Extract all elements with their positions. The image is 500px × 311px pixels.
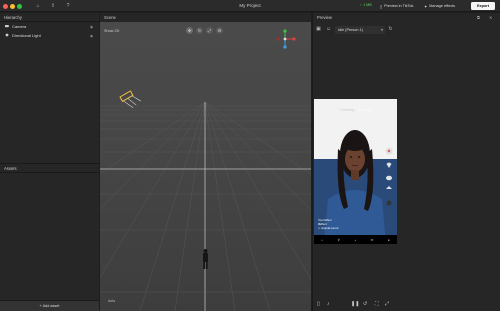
preview-header: Preview ⧉ ✕ — [313, 13, 500, 22]
assets-title: Assets — [0, 164, 99, 173]
phone-preview: Following For You Your Effect #Effect ♫ … — [314, 99, 397, 244]
title-bar: ⌂ ⇪ ? My Project ↑ 1 MB ▯ Preview in Tik… — [0, 0, 500, 12]
hierarchy-item-label: Camera — [12, 24, 27, 29]
manage-effects-button[interactable]: ✦ Manage effects — [424, 2, 455, 10]
tiktok-icon[interactable]: ♪ — [327, 301, 330, 307]
upload-size-badge: ↑ 1 MB — [360, 3, 372, 7]
rotate-tool-icon[interactable]: ↻ — [196, 27, 203, 34]
hierarchy-item-directional-light[interactable]: Directional Light ◉ — [0, 31, 99, 40]
nav-inbox-icon: ✉ — [370, 237, 374, 242]
scene-grid — [100, 29, 311, 311]
camera-gizmo — [119, 90, 141, 109]
preview-in-tiktok-button[interactable]: ▯ Preview in TikTok — [380, 2, 413, 10]
video-caption: Your Effect #Effect ♫ original sound — [318, 218, 338, 230]
manage-effects-label: Manage effects — [429, 4, 456, 8]
person-icon[interactable]: ☺ — [325, 26, 332, 33]
chevron-down-icon: ▾ — [380, 27, 383, 32]
hierarchy-panel: Hierarchy Camera ◉ Directional Light ◉ +… — [0, 13, 99, 174]
preview-in-tiktok-label: Preview in TikTok — [384, 4, 414, 8]
device-icon[interactable]: ▣ — [315, 26, 322, 33]
nav-discover-icon: ⚲ — [337, 237, 340, 242]
camera-icon — [5, 25, 9, 28]
close-icon[interactable]: ✕ — [489, 15, 492, 20]
settings-tool-icon[interactable]: ⚙ — [216, 27, 223, 34]
reset-icon[interactable]: ↻ — [387, 26, 394, 33]
scene-title: Scene — [100, 13, 311, 22]
hierarchy-title: Hierarchy — [0, 13, 99, 22]
preview-controls: ▯ ♪ ❚❚ ↺ ⛶ ⤢ — [313, 300, 500, 310]
phone-icon: ▯ — [380, 4, 383, 9]
scene-viewport[interactable]: Show 2D ✥ ↻ ⤢ ⚙ Axis — [100, 22, 311, 311]
preview-person-select[interactable]: Idle (Person 1) ▾ — [335, 26, 385, 34]
restart-icon[interactable]: ↺ — [363, 301, 367, 307]
add-asset-button[interactable]: + Add asset — [0, 300, 99, 311]
phone-bottom-nav: ⌂ ⚲ + ✉ ● — [314, 235, 397, 244]
person-select-value: Idle (Person 1) — [338, 28, 363, 32]
orientation-gizmo — [276, 29, 296, 49]
preview-panel: Preview ⧉ ✕ ▣ ☺ Idle (Person 1) ▾ ↻ Foll… — [312, 13, 500, 311]
transform-tools: ✥ ↻ ⤢ ⚙ — [186, 27, 223, 34]
tab-following[interactable]: Following — [340, 108, 354, 112]
phone-feed-tabs: Following For You — [314, 108, 397, 112]
nav-create-icon: + — [354, 237, 357, 242]
assets-panel: Assets — [0, 163, 99, 311]
light-icon — [5, 33, 9, 37]
move-tool-icon[interactable]: ✥ — [186, 27, 193, 34]
tab-for-you[interactable]: For You — [359, 108, 370, 112]
phone-icon[interactable]: ▯ — [317, 301, 320, 307]
hierarchy-item-camera[interactable]: Camera ◉ — [0, 22, 99, 31]
axis-toggle[interactable]: Axis — [108, 299, 115, 303]
pause-icon[interactable]: ❚❚ — [351, 301, 359, 307]
caption-line: ♫ original sound — [318, 226, 339, 230]
popout-icon[interactable]: ⧉ — [477, 15, 480, 20]
preview-toolbar: ▣ ☺ Idle (Person 1) ▾ ↻ — [313, 24, 500, 36]
visibility-icon[interactable]: ◉ — [90, 34, 93, 38]
show-2d-toggle[interactable]: Show 2D — [104, 29, 119, 33]
expand-icon[interactable]: ⤢ — [385, 301, 389, 307]
preview-title: Preview — [317, 15, 332, 20]
effects-icon: ✦ — [424, 4, 428, 9]
scale-tool-icon[interactable]: ⤢ — [206, 27, 213, 34]
nav-profile-icon: ● — [387, 237, 390, 242]
hierarchy-item-label: Directional Light — [12, 33, 41, 38]
export-button[interactable]: Export — [471, 2, 495, 10]
person-silhouette — [203, 249, 208, 269]
visibility-icon[interactable]: ◉ — [90, 25, 93, 29]
crop-icon[interactable]: ⛶ — [375, 301, 379, 307]
nav-home-icon: ⌂ — [321, 237, 324, 242]
